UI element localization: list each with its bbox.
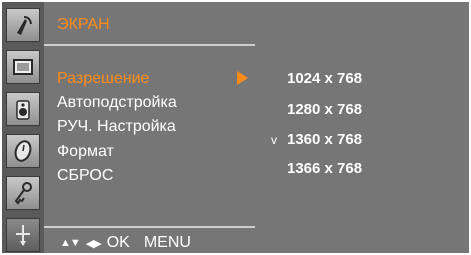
menu-hint: MENU <box>143 234 191 251</box>
clock-icon[interactable] <box>6 134 40 168</box>
menu-item-resolution[interactable]: Разрешение <box>57 69 149 89</box>
submenu-arrow-icon <box>237 71 248 85</box>
audio-speaker-icon[interactable] <box>6 92 40 126</box>
osd-window: ЭКРАН Разрешение Автоподстройка РУЧ. Нас… <box>0 0 471 255</box>
resolution-options-panel: 1024 x 768 1280 x 768 v 1360 x 768 1366 … <box>255 2 469 253</box>
menu-item-reset[interactable]: СБРОС <box>57 166 113 186</box>
mouse-cursor-icon[interactable] <box>6 218 40 252</box>
menu-item-autoconfigure[interactable]: Автоподстройка <box>57 93 177 113</box>
resolution-option-1360[interactable]: 1360 x 768 <box>287 130 362 150</box>
resolution-option-1366[interactable]: 1366 x 768 <box>287 159 362 179</box>
up-down-arrows-icon: ▲▼ <box>60 237 81 249</box>
key-hints: ▲▼ ◀▶ OK MENU <box>60 234 205 252</box>
menu-title: ЭКРАН <box>57 16 110 33</box>
menu-item-manual-config[interactable]: РУЧ. Настройка <box>57 117 176 137</box>
left-right-arrows-icon: ◀▶ <box>85 237 102 250</box>
footer-separator <box>44 226 255 228</box>
resolution-option-1024[interactable]: 1024 x 768 <box>287 69 362 89</box>
satellite-antenna-icon[interactable] <box>6 8 40 42</box>
key-icon[interactable] <box>6 176 40 210</box>
selected-check-icon: v <box>271 133 277 147</box>
resolution-option-1280[interactable]: 1280 x 768 <box>287 100 362 120</box>
menu-item-format[interactable]: Формат <box>57 142 114 162</box>
ok-hint: OK <box>106 234 130 251</box>
menu-panel: ЭКРАН Разрешение Автоподстройка РУЧ. Нас… <box>44 2 255 253</box>
picture-screen-icon[interactable] <box>6 50 40 84</box>
icon-rail <box>2 2 44 253</box>
title-separator <box>44 44 255 46</box>
